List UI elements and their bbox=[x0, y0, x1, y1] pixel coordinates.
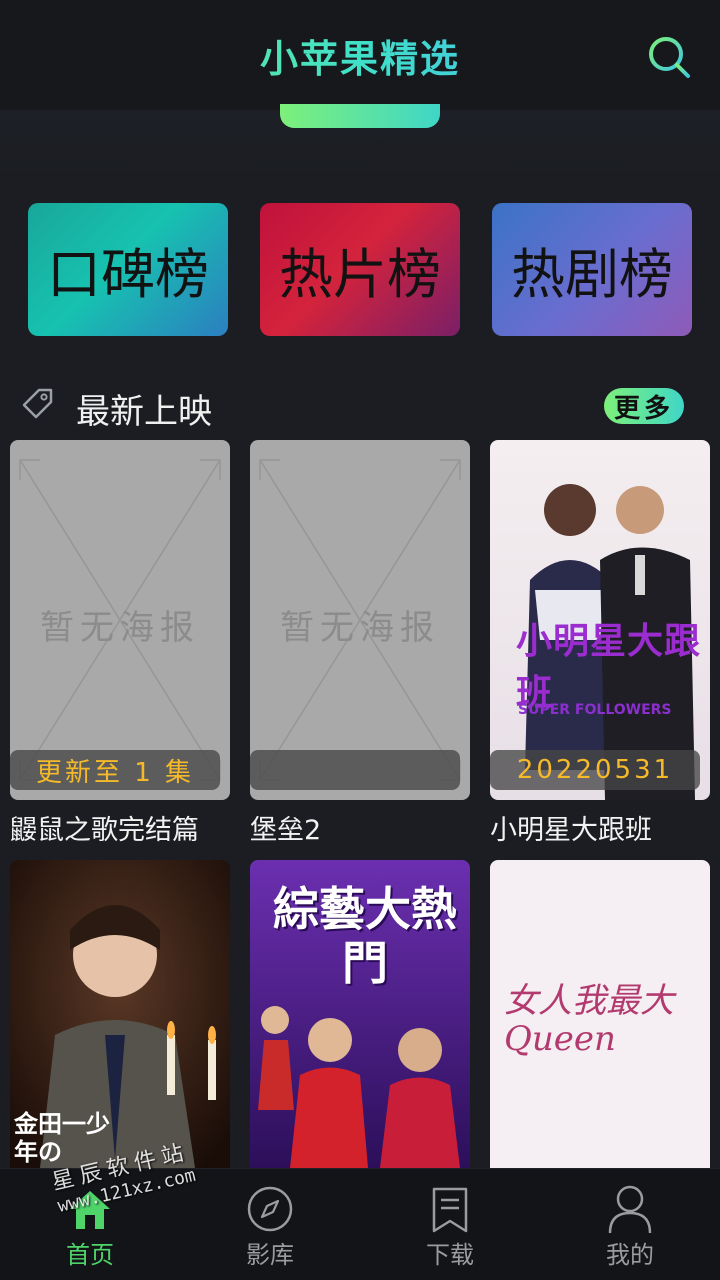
episode-badge: 更新至 1 集 bbox=[10, 750, 220, 790]
nav-label: 下载 bbox=[426, 1241, 474, 1269]
placeholder-text: 暂无海报 bbox=[280, 608, 440, 648]
movie-card[interactable]: 暂无海报 更新至 1 集 bbox=[10, 440, 230, 800]
movie-title[interactable]: 堡垒2 bbox=[250, 808, 321, 847]
nav-download[interactable]: 下载 bbox=[360, 1169, 540, 1280]
compass-icon bbox=[247, 1186, 293, 1232]
movie-card[interactable]: 金田一少年の bbox=[10, 860, 230, 1168]
movie-card[interactable]: 暂无海报 bbox=[250, 440, 470, 800]
rank-card-label: 口碑榜 bbox=[47, 243, 209, 306]
rank-card-label: 热剧榜 bbox=[511, 243, 673, 306]
movie-title[interactable]: 鼹鼠之歌完结篇 bbox=[10, 808, 199, 847]
movie-card[interactable]: 女人我最大 Queen bbox=[490, 860, 710, 1168]
rank-card-hot-series[interactable]: 热剧榜 bbox=[492, 203, 692, 336]
poster-subtitle-art: SUPER FOLLOWERS bbox=[518, 702, 672, 718]
movie-title[interactable]: 小明星大跟班 bbox=[490, 808, 652, 847]
app-title: 小苹果精选 bbox=[0, 28, 720, 83]
date-badge: 20220531 bbox=[490, 750, 700, 790]
rank-card-label: 热片榜 bbox=[279, 243, 441, 306]
section-title: 最新上映 bbox=[76, 392, 212, 432]
movie-card[interactable]: 小明星大跟班 SUPER FOLLOWERS 20220531 bbox=[490, 440, 710, 800]
poster-title-art: 小明星大跟班 bbox=[516, 621, 702, 714]
more-button[interactable]: 更多 bbox=[604, 388, 684, 424]
banner-indicator bbox=[280, 104, 440, 128]
nav-profile[interactable]: 我的 bbox=[540, 1169, 720, 1280]
movie-card[interactable]: 綜藝大熱門 bbox=[250, 860, 470, 1168]
rank-card-reputation[interactable]: 口碑榜 bbox=[28, 203, 228, 336]
nav-library[interactable]: 影库 bbox=[180, 1169, 360, 1280]
poster-placeholder: 暂无海报 bbox=[250, 440, 470, 800]
section-header: 最新上映 更多 bbox=[0, 380, 720, 436]
nav-label: 影库 bbox=[246, 1241, 294, 1269]
placeholder-text: 暂无海报 bbox=[40, 608, 200, 648]
tag-icon bbox=[22, 388, 53, 419]
rank-card-hot-movies[interactable]: 热片榜 bbox=[260, 203, 460, 336]
poster-title-art: 綜藝大熱門 bbox=[273, 882, 457, 990]
search-icon[interactable] bbox=[646, 34, 692, 80]
nav-label: 首页 bbox=[66, 1241, 114, 1269]
episode-badge bbox=[250, 750, 460, 790]
app-header: 小苹果精选 bbox=[0, 0, 720, 110]
poster-placeholder: 暂无海报 bbox=[10, 440, 230, 800]
nav-label: 我的 bbox=[606, 1241, 654, 1269]
poster-title-art: 金田一少年の bbox=[14, 1110, 110, 1166]
poster-title-art: 女人我最大 Queen bbox=[504, 981, 674, 1059]
bookmark-icon bbox=[432, 1187, 468, 1233]
user-icon bbox=[608, 1185, 652, 1234]
